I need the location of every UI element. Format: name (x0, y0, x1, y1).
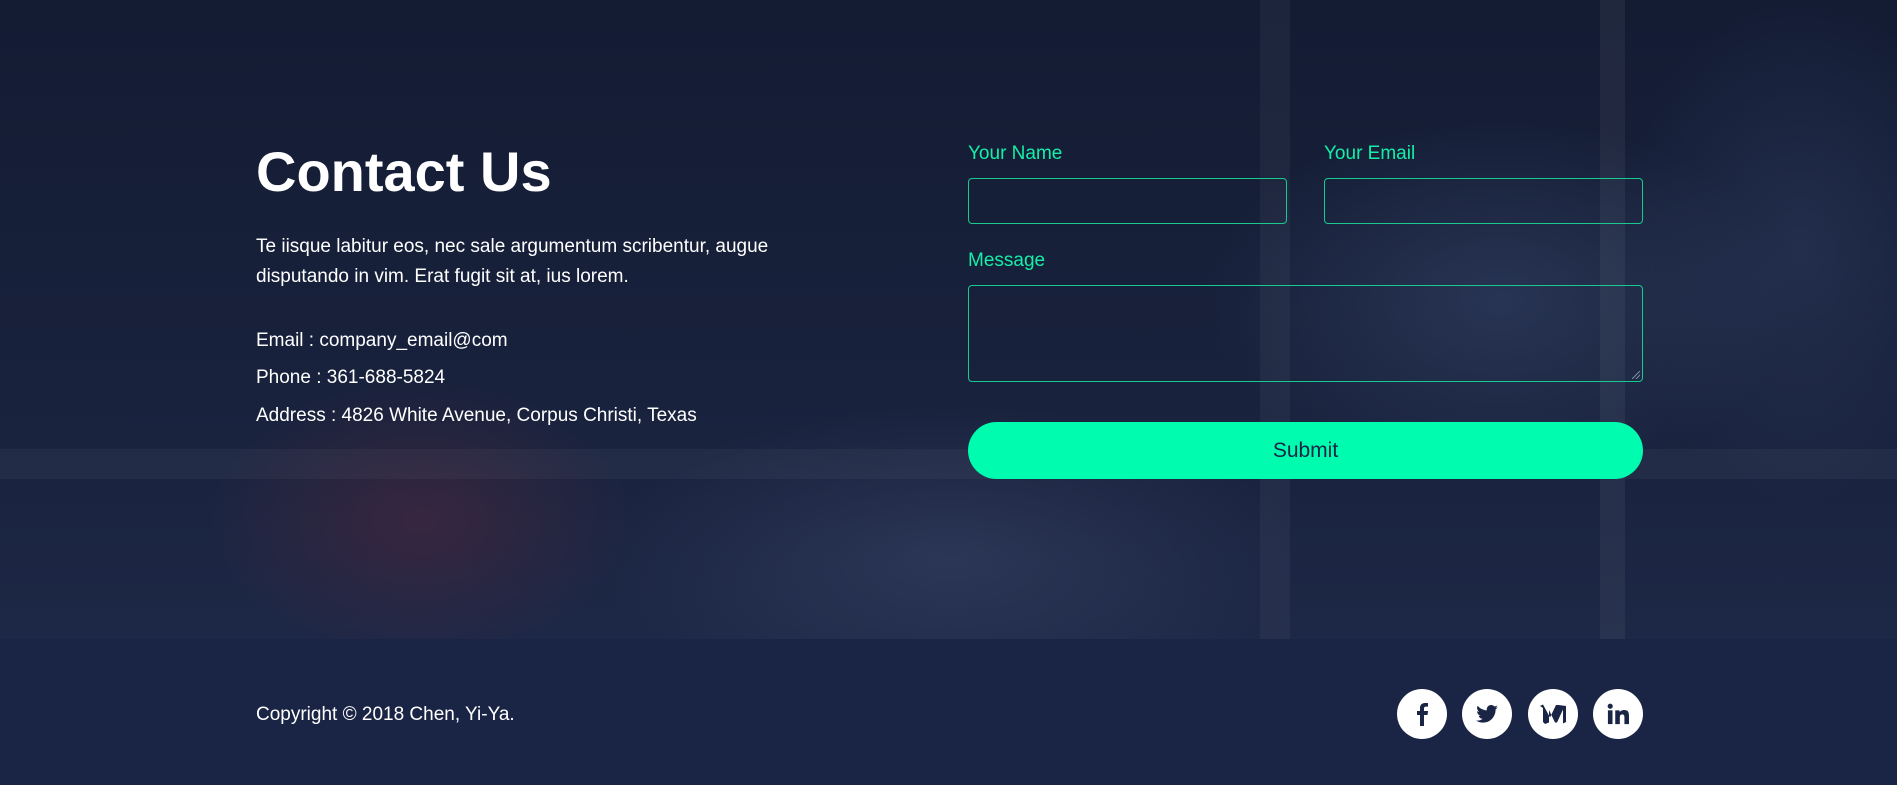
resize-handle[interactable] (1632, 371, 1640, 379)
email-label: Your Email (1324, 143, 1416, 164)
contact-email: Email : company_email@com (256, 330, 508, 351)
page-title: Contact Us (256, 140, 552, 203)
email-field[interactable] (1324, 178, 1643, 224)
copyright-text: Copyright © 2018 Chen, Yi-Ya. (256, 704, 515, 725)
message-field[interactable] (968, 285, 1643, 382)
name-label: Your Name (968, 143, 1063, 164)
message-container (968, 285, 1643, 382)
linkedin-icon (1607, 703, 1629, 725)
medium-icon (1540, 704, 1566, 724)
twitter-link[interactable] (1462, 689, 1512, 739)
facebook-link[interactable] (1397, 689, 1447, 739)
twitter-icon (1476, 705, 1498, 723)
submit-button[interactable]: Submit (968, 422, 1643, 479)
contact-description: Te iisque labitur eos, nec sale argument… (256, 236, 769, 287)
linkedin-link[interactable] (1593, 689, 1643, 739)
medium-link[interactable] (1528, 689, 1578, 739)
contact-phone: Phone : 361-688-5824 (256, 367, 446, 388)
name-field[interactable] (968, 178, 1287, 224)
contact-address: Address : 4826 White Avenue, Corpus Chri… (256, 405, 697, 426)
facebook-icon (1415, 702, 1429, 726)
contact-section: Contact Us Te iisque labitur eos, nec sa… (0, 0, 1897, 639)
message-label: Message (968, 250, 1046, 271)
